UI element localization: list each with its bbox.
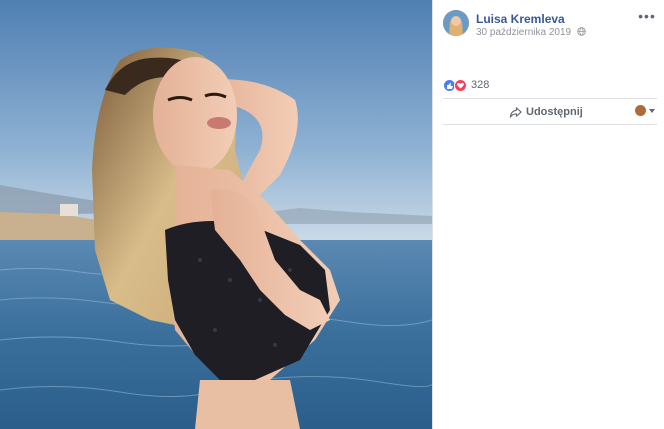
more-options-icon[interactable]: ••• [637, 9, 657, 24]
author-avatar[interactable] [443, 10, 469, 36]
photo-image [0, 0, 432, 429]
commenter-selector[interactable] [635, 105, 655, 116]
commenter-avatar [635, 105, 646, 116]
author-name-link[interactable]: Luisa Kremleva [476, 12, 565, 26]
chevron-down-icon [649, 108, 655, 113]
globe-icon [577, 27, 586, 36]
post-date[interactable]: 30 października 2019 [476, 27, 571, 38]
post-meta: 30 października 2019 [476, 27, 586, 38]
share-button[interactable]: Udostępnij [509, 104, 583, 120]
reactions-summary[interactable]: 328 [443, 77, 489, 93]
love-icon [454, 78, 467, 92]
post-header: Luisa Kremleva 30 października 2019 ••• [443, 9, 657, 40]
action-bar: Udostępnij [443, 99, 657, 124]
reaction-count: 328 [471, 79, 490, 91]
share-arrow-icon [509, 106, 522, 118]
share-label: Udostępnij [526, 106, 583, 118]
post-details-pane: Luisa Kremleva 30 października 2019 ••• … [432, 0, 664, 429]
divider-bottom [443, 124, 657, 125]
post-photo[interactable] [0, 0, 432, 429]
